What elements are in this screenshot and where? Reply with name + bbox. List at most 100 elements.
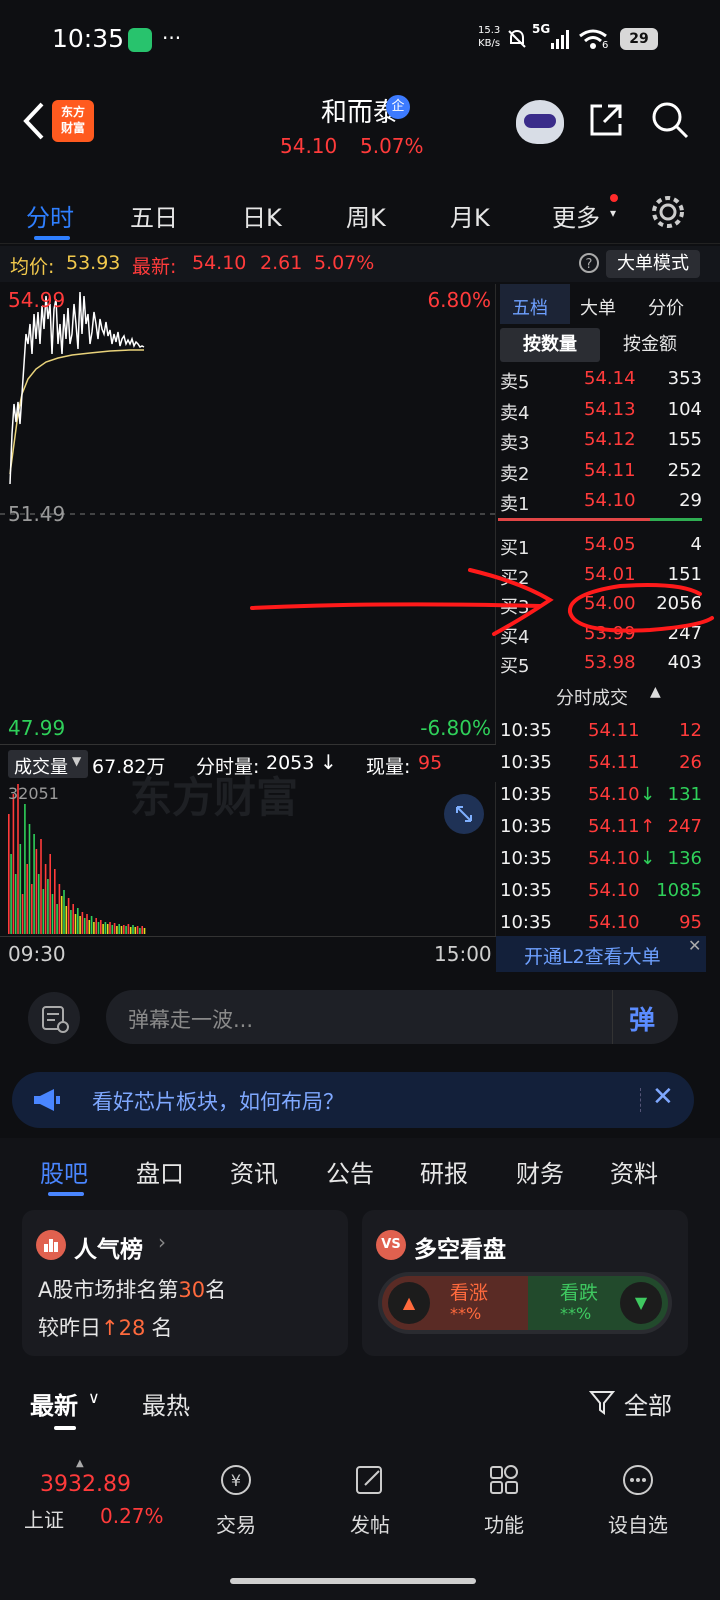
l2-promo[interactable]: 开通L2查看大单 ✕ (496, 936, 706, 972)
close-icon[interactable]: ✕ (688, 936, 701, 955)
tab-monthly-k[interactable]: 月K (450, 198, 490, 233)
bid-row[interactable]: 买1 54.05 4 (500, 530, 704, 561)
tab-research[interactable]: 研报 (420, 1154, 468, 1189)
ask-row[interactable]: 卖1 54.10 29 (500, 486, 704, 517)
volume-label: 成交量 (14, 757, 68, 778)
volume-header: 成交量 ▼ 67.82万 分时量: 2053 ↓ 现量: 95 (0, 746, 496, 782)
rank-change-prefix: 较昨日 (38, 1316, 101, 1340)
ask-row[interactable]: 卖4 54.13 104 (500, 395, 704, 426)
topic-banner[interactable]: 看好芯片板块，如何布局？ ✕ (12, 1072, 694, 1128)
tick-price: 54.10 (588, 848, 640, 869)
volume-bar (118, 924, 120, 934)
volume-bar (31, 884, 33, 934)
level-volume: 104 (667, 398, 702, 420)
nav-trade-label: 交易 (216, 1513, 256, 1537)
close-icon[interactable]: ✕ (652, 1082, 674, 1112)
tick-time: 10:35 (500, 848, 552, 869)
status-bar: 10:35 ··· 15.3 KB/s 5G 6 29 (0, 0, 720, 80)
danmaku-input[interactable]: 弹幕走一波... 弹 (106, 990, 678, 1044)
tab-daily-k[interactable]: 日K (242, 198, 282, 233)
ask-row[interactable]: 卖3 54.12 155 (500, 425, 704, 456)
popularity-card[interactable]: 人气榜 › A股市场排名第30名 较昨日↑28 名 (22, 1210, 348, 1356)
share-icon[interactable] (588, 102, 624, 138)
filter-all[interactable]: 全部 (624, 1386, 672, 1421)
volume-bar (77, 908, 79, 934)
intraday-chart[interactable]: 东方财富 54.99 6.80% 51.49 47.99 -6.80% (0, 284, 496, 822)
chart-prev-close: 51.49 (8, 502, 66, 526)
tab-intraday[interactable]: 分时 (26, 198, 74, 233)
danmaku-placeholder: 弹幕走一波... (128, 1008, 254, 1032)
rank-change: 较昨日↑28 名 (38, 1312, 172, 1342)
app-notification-icon (128, 28, 152, 52)
bear-vote-area[interactable]: 看跌 **% ▼ (528, 1276, 668, 1330)
filter-icon[interactable] (588, 1388, 616, 1416)
change-pct: 5.07% (314, 252, 375, 274)
volume-bar (63, 890, 65, 934)
volume-bar (109, 922, 111, 934)
tick-direction-icon: ↓ (640, 784, 656, 805)
popularity-title: 人气榜 (74, 1237, 143, 1263)
by-amount-button[interactable]: 按金额 (600, 328, 700, 362)
ai-assistant-icon[interactable] (516, 100, 564, 144)
settings-gear-icon[interactable] (650, 194, 686, 230)
search-icon[interactable] (650, 100, 690, 140)
index-name[interactable]: 上证 (24, 1504, 64, 1533)
bull-vote-area[interactable]: ▲ 看涨 **% (382, 1276, 528, 1330)
sort-hottest[interactable]: 最热 (142, 1386, 190, 1421)
nav-trade[interactable]: ¥ 交易 (186, 1462, 286, 1538)
by-quantity-button[interactable]: 按数量 (500, 328, 600, 362)
chevron-down-icon[interactable]: ∨ (88, 1388, 100, 1407)
tab-big-orders[interactable]: 大单 (580, 294, 616, 320)
avg-price-line (9, 349, 144, 475)
volume-bar (54, 869, 56, 934)
net-speed-unit: KB/s (478, 38, 501, 49)
tab-forum[interactable]: 股吧 (40, 1154, 88, 1189)
danmaku-settings-icon[interactable] (28, 992, 80, 1044)
svg-text:¥: ¥ (231, 1471, 241, 1490)
collapse-icon[interactable]: ▲ (650, 684, 661, 700)
l2-link[interactable]: 开通L2查看大单 (524, 942, 661, 969)
volume-indicator-select[interactable]: 成交量 ▼ (8, 750, 88, 778)
tab-more[interactable]: 更多 (552, 198, 600, 233)
volume-bar (90, 916, 93, 934)
minute-volume-label: 分时量: (196, 756, 260, 778)
big-order-mode-button[interactable]: 大单模式 (606, 250, 700, 278)
volume-bar (141, 926, 143, 934)
up-indicator-icon: ▲ (76, 1458, 84, 1469)
sort-newest[interactable]: 最新 (30, 1386, 78, 1421)
tick-row: 10:35 54.10 ↓ 131 (500, 780, 704, 812)
nav-post-label: 发帖 (350, 1513, 390, 1537)
tab-price-distribution[interactable]: 分价 (648, 294, 684, 320)
index-value[interactable]: 3932.89 (40, 1472, 131, 1497)
banner-text[interactable]: 看好芯片板块，如何布局？ (92, 1086, 344, 1116)
tab-financials[interactable]: 财务 (516, 1154, 564, 1189)
ticks-title[interactable]: 分时成交 (556, 684, 628, 710)
help-icon[interactable]: ? (578, 252, 600, 274)
tab-market-depth[interactable]: 盘口 (136, 1154, 184, 1189)
tab-announcements[interactable]: 公告 (326, 1154, 374, 1189)
tab-news[interactable]: 资讯 (230, 1154, 278, 1189)
volume-bar (81, 912, 84, 934)
tab-profile[interactable]: 资料 (610, 1154, 658, 1189)
expand-icon[interactable] (444, 794, 484, 834)
nav-post[interactable]: 发帖 (320, 1462, 420, 1538)
more-dropdown-icon: ▾ (610, 206, 617, 220)
tick-row: 10:35 54.11 ↑ 247 (500, 812, 704, 844)
tab-weekly-k[interactable]: 周K (346, 198, 386, 233)
danmaku-send-label: 弹 (629, 1006, 656, 1036)
volume-bar (120, 926, 123, 934)
ask-row[interactable]: 卖5 54.14 353 (500, 364, 704, 395)
index-pct[interactable]: 0.27% (100, 1504, 164, 1528)
bull-up-icon[interactable]: ▲ (388, 1282, 430, 1324)
ask-row[interactable]: 卖2 54.11 252 (500, 456, 704, 487)
volume-chart: 32051 (0, 782, 496, 936)
bid-ratio-bar (650, 518, 702, 521)
tab-level5[interactable]: 五档 (512, 294, 548, 320)
danmaku-send-button[interactable]: 弹 (612, 990, 678, 1044)
tab-five-day[interactable]: 五日 (130, 198, 178, 233)
bull-bear-card[interactable]: VS 多空看盘 ▲ 看涨 **% 看跌 **% ▼ (362, 1210, 688, 1356)
nav-functions[interactable]: 功能 (454, 1462, 554, 1538)
price-line-chart (0, 291, 496, 515)
bear-down-icon[interactable]: ▼ (620, 1282, 662, 1324)
nav-add-watchlist[interactable]: 设自选 (588, 1462, 688, 1538)
